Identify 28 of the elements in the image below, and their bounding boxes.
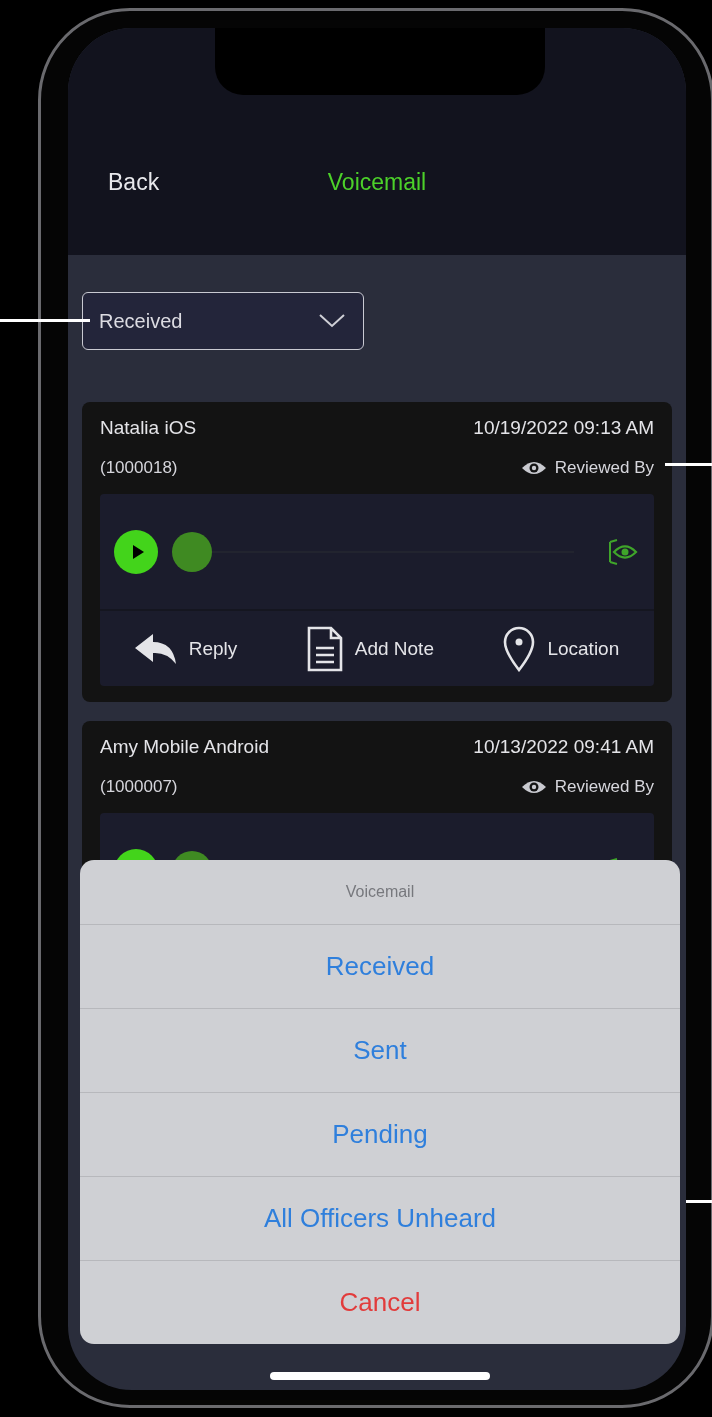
back-button[interactable]: Back — [108, 169, 160, 196]
reply-button[interactable]: Reply — [134, 631, 238, 666]
note-button[interactable]: Add Note — [306, 625, 434, 672]
eye-icon — [520, 460, 547, 476]
voicemail-date: 10/19/2022 09:13 AM — [473, 417, 654, 439]
filter-dropdown[interactable]: Received — [82, 292, 364, 350]
leader-line — [686, 1200, 712, 1203]
eye-icon — [520, 779, 547, 795]
reply-arrow-icon — [134, 631, 177, 666]
caller-number: (1000018) — [100, 458, 178, 478]
caller-name: Amy Mobile Android — [100, 736, 269, 758]
chevron-down-icon — [319, 314, 345, 328]
location-button[interactable]: Location — [503, 625, 620, 672]
reviewed-by-link[interactable]: Reviewed By — [520, 458, 654, 478]
caller-number: (1000007) — [100, 777, 178, 797]
caller-name: Natalia iOS — [100, 417, 197, 439]
play-button[interactable] — [114, 529, 158, 574]
sheet-title: Voicemail — [80, 860, 680, 925]
screen-title: Voicemail — [327, 169, 427, 196]
map-pin-icon — [503, 625, 536, 672]
slider-thumb[interactable] — [172, 531, 212, 572]
voicemail-date: 10/13/2022 09:41 AM — [473, 736, 654, 758]
audio-slider[interactable] — [172, 531, 574, 572]
eye-badge-icon[interactable] — [608, 538, 638, 565]
leader-line — [665, 463, 712, 466]
play-icon — [131, 544, 144, 559]
reviewed-by-link[interactable]: Reviewed By — [520, 777, 654, 797]
document-icon — [306, 625, 343, 672]
